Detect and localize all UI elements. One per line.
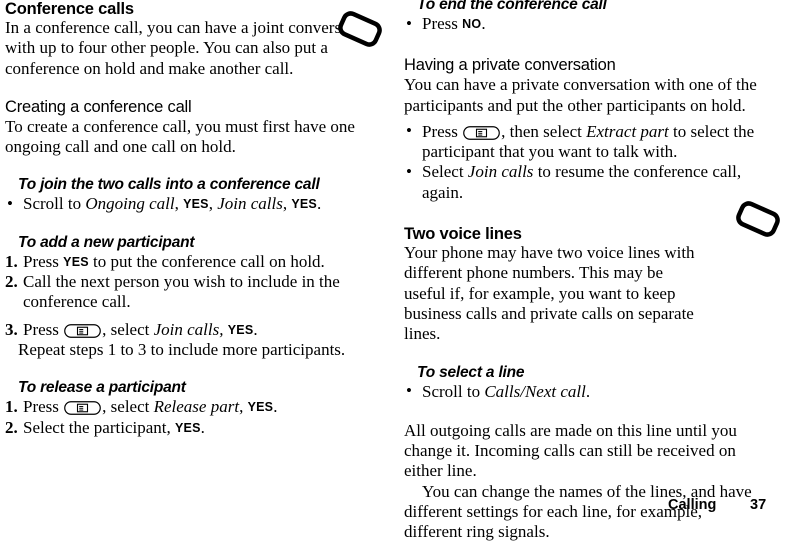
- key-label-yes: YES: [63, 254, 89, 269]
- two-voice-lines-body: Your phone may have two voice lines with…: [404, 243, 695, 344]
- list-item: • Press , then select Extract part to sel…: [404, 121, 764, 163]
- step-text-pre: Press: [23, 397, 64, 417]
- step-number: 1.: [5, 251, 18, 271]
- menu-item-name: Ongoing call: [85, 194, 175, 214]
- step-text-post: , select: [102, 319, 154, 339]
- heading-creating-a-conference-call: Creating a conference call: [5, 97, 192, 116]
- step-text-pre: Select the participant,: [23, 417, 175, 437]
- end-conference-call-list: • Press NO.: [404, 14, 764, 34]
- conference-calls-intro: In a conference call, you can have a joi…: [5, 18, 376, 78]
- list-item: 2. Select the participant, YES.: [5, 418, 385, 438]
- step-number: 2.: [5, 272, 18, 292]
- manual-page: Conference calls In a conference call, y…: [0, 0, 785, 541]
- step-text-pre: Press: [23, 251, 64, 271]
- key-label-yes: YES: [247, 400, 274, 415]
- heading-join-two-calls: To join the two calls into a conference …: [18, 176, 320, 194]
- list-item: 2. Call the next person you wish to inclu…: [5, 272, 385, 313]
- footer-page-number: 37: [750, 497, 767, 513]
- bullet-icon: •: [406, 381, 412, 401]
- key-label-yes: YES: [227, 322, 254, 337]
- menu-item-name: Release part: [153, 397, 240, 417]
- step-text-pre: Press: [422, 14, 463, 33]
- bullet-icon: •: [406, 161, 412, 181]
- step-text-end: .: [200, 417, 205, 437]
- step-text-pre: Press: [23, 319, 64, 339]
- list-item: 3. Press , select Join calls, YES.: [5, 320, 385, 340]
- step-text-post: to put the conference call on hold.: [88, 251, 325, 271]
- list-item: • Scroll to Calls/Next call.: [404, 381, 764, 402]
- menu-key-icon: [64, 401, 102, 416]
- menu-item-name: Extract part: [586, 121, 669, 141]
- step-text-end: .: [253, 319, 258, 339]
- add-participant-steps: 1. Press YES to put the conference call o…: [5, 252, 385, 340]
- join-two-calls-list: • Scroll to Ongoing call, YES, Join calls…: [5, 194, 385, 214]
- step-text-end: .: [481, 14, 486, 33]
- key-label-yes: YES: [175, 420, 201, 435]
- separator: ,: [239, 397, 248, 417]
- private-conversation-body: You can have a private conversation with…: [404, 75, 757, 115]
- step-text-pre: Scroll to: [422, 381, 485, 401]
- heading-add-new-participant: To add a new participant: [18, 233, 195, 251]
- outgoing-calls-note: All outgoing calls are made on this line…: [404, 420, 737, 481]
- phone-icon: [332, 6, 388, 52]
- bullet-icon: •: [406, 13, 412, 33]
- release-participant-steps: 1. Press , select Release part, YES. 2. Se…: [5, 397, 385, 438]
- heading-select-a-line: To select a line: [417, 363, 525, 381]
- key-label-yes: YES: [291, 197, 317, 212]
- menu-item-name: Calls/Next call: [484, 381, 586, 401]
- list-item: • Select Join calls to resume the confere…: [404, 162, 764, 203]
- list-item: 1. Press , select Release part, YES.: [5, 397, 385, 417]
- heading-having-private-conversation: Having a private conversation: [404, 56, 616, 75]
- page-title: Conference calls: [5, 0, 134, 18]
- heading-end-conference-call: To end the conference call: [417, 0, 607, 13]
- bullet-icon: •: [7, 193, 13, 213]
- heading-two-voice-lines: Two voice lines: [404, 225, 522, 244]
- step-text-pre: Press: [422, 121, 463, 141]
- phone-icon: [730, 196, 785, 242]
- page-footer: Calling 37: [0, 495, 785, 515]
- private-conversation-list: • Press , then select Extract part to sel…: [404, 121, 764, 203]
- step-text-end: .: [585, 381, 591, 401]
- left-column: Conference calls In a conference call, y…: [5, 0, 385, 438]
- step-text-end: .: [273, 397, 278, 417]
- heading-release-a-participant: To release a participant: [18, 379, 186, 397]
- list-item: • Scroll to Ongoing call, YES, Join calls…: [5, 194, 385, 214]
- list-item: • Press NO.: [404, 14, 764, 34]
- step-text-post: , select: [102, 397, 154, 417]
- separator: ,: [208, 194, 218, 214]
- creating-conference-call-body: To create a conference call, you must fi…: [5, 116, 355, 157]
- key-label-yes: YES: [183, 197, 209, 212]
- bullet-icon: •: [406, 121, 412, 141]
- step-number: 3.: [5, 319, 18, 339]
- step-text-pre: Scroll to: [23, 194, 86, 214]
- menu-key-icon: [463, 126, 501, 140]
- select-line-list: • Scroll to Calls/Next call.: [404, 381, 764, 402]
- repeat-steps-note: Repeat steps 1 to 3 to include more part…: [18, 339, 346, 359]
- step-number: 1.: [5, 397, 18, 417]
- menu-item-name: Join calls: [467, 162, 534, 182]
- step-text-pre: Select: [422, 162, 468, 182]
- step-text-pre: Call the next person you wish to include…: [23, 272, 340, 312]
- separator: ,: [174, 194, 184, 214]
- step-number: 2.: [5, 417, 18, 437]
- footer-section-name: Calling: [668, 497, 717, 513]
- step-text-mid: , then select: [501, 121, 587, 141]
- list-item: 1. Press YES to put the conference call o…: [5, 252, 385, 272]
- menu-item-name: Join calls: [217, 194, 283, 214]
- menu-key-icon: [64, 323, 102, 338]
- menu-item-name: Join calls,: [153, 319, 224, 339]
- key-label-no: NO: [462, 17, 482, 31]
- right-column: To end the conference call • Press NO. Ha…: [404, 0, 764, 543]
- step-text-end: .: [316, 194, 322, 214]
